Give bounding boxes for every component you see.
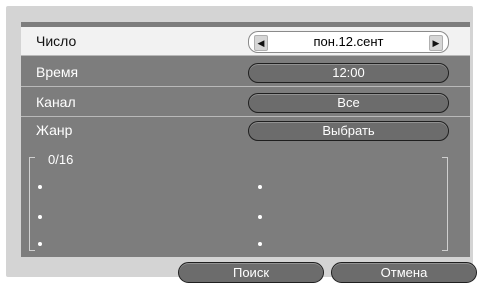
list-bracket-right bbox=[442, 157, 448, 251]
list-item-bullet bbox=[38, 185, 42, 189]
arrow-right-icon[interactable]: ▶ bbox=[429, 35, 443, 51]
row-divider bbox=[21, 86, 470, 87]
search-button[interactable]: Поиск bbox=[178, 262, 324, 283]
genre-button[interactable]: Выбрать bbox=[248, 121, 449, 141]
date-selector[interactable]: ◀ пон.12.сент ▶ bbox=[248, 31, 449, 53]
search-panel: Число ◀ пон.12.сент ▶ Время 12:00 Канал … bbox=[21, 22, 470, 257]
list-item-bullet bbox=[258, 215, 262, 219]
list-bracket-left bbox=[29, 157, 35, 251]
row-date[interactable]: Число ◀ пон.12.сент ▶ bbox=[21, 27, 470, 55]
time-button[interactable]: 12:00 bbox=[248, 63, 449, 83]
list-item-bullet bbox=[258, 242, 262, 246]
list-item-bullet bbox=[38, 215, 42, 219]
row-date-label: Число bbox=[36, 33, 77, 49]
row-channel[interactable]: Канал Все bbox=[21, 88, 470, 116]
row-time-label: Время bbox=[36, 64, 79, 80]
row-channel-label: Канал bbox=[36, 94, 76, 110]
list-item-bullet bbox=[38, 242, 42, 246]
row-genre-label: Жанр bbox=[36, 122, 73, 138]
channel-button[interactable]: Все bbox=[248, 93, 449, 113]
results-list[interactable]: 0/16 bbox=[21, 149, 470, 257]
arrow-left-icon[interactable]: ◀ bbox=[254, 35, 268, 51]
row-divider bbox=[21, 55, 470, 56]
row-time[interactable]: Время 12:00 bbox=[21, 58, 470, 86]
results-count: 0/16 bbox=[48, 152, 74, 167]
date-value: пон.12.сент bbox=[313, 34, 384, 49]
cancel-button[interactable]: Отмена bbox=[331, 262, 477, 283]
row-genre[interactable]: Жанр Выбрать bbox=[21, 116, 470, 144]
dialog-frame: Число ◀ пон.12.сент ▶ Время 12:00 Канал … bbox=[6, 6, 477, 283]
list-item-bullet bbox=[258, 185, 262, 189]
